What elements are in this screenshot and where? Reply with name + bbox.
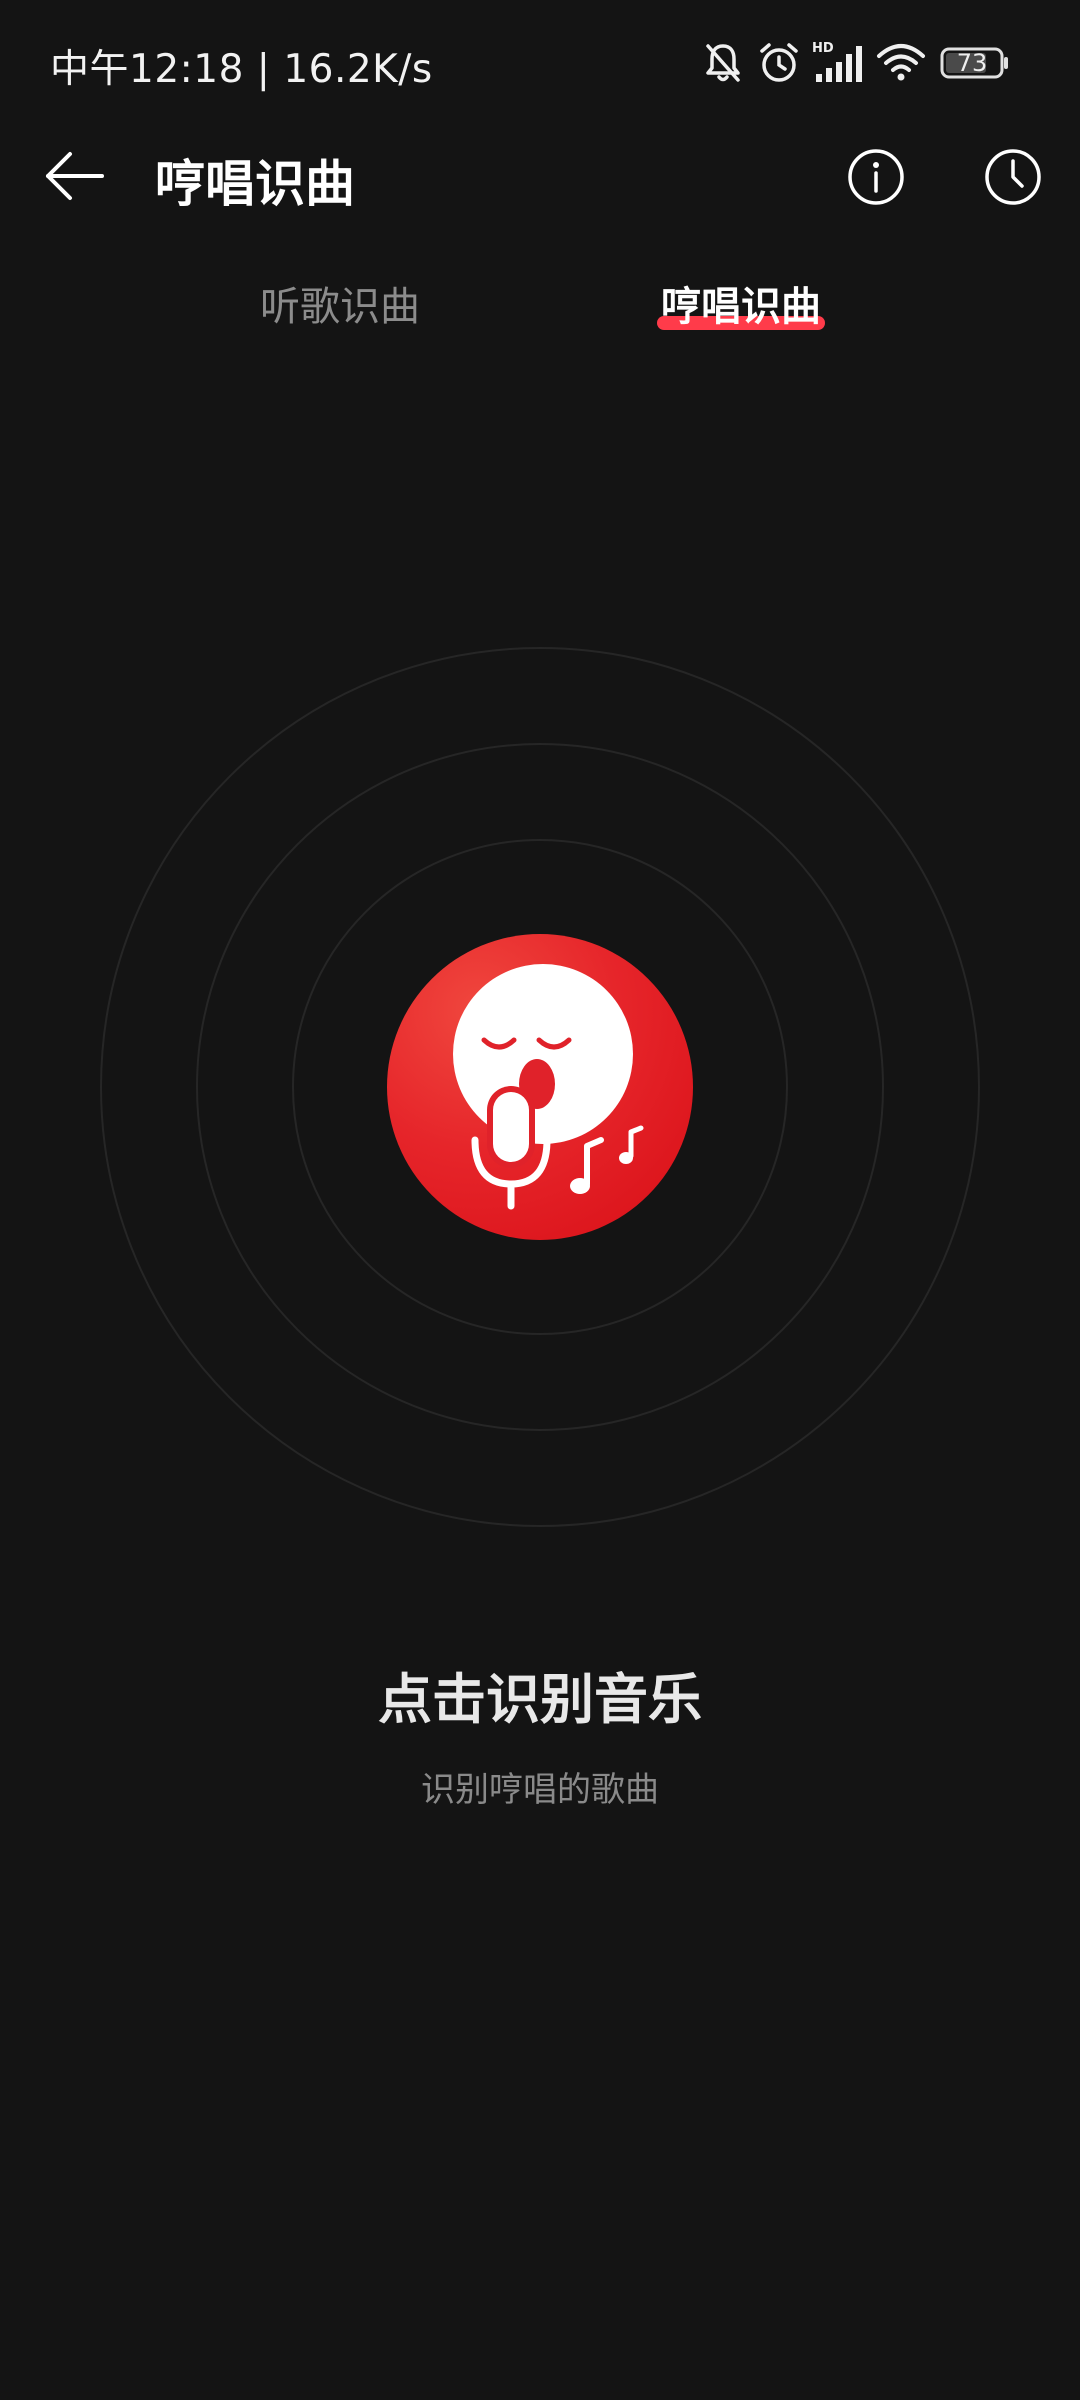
page-title: 哼唱识曲	[155, 155, 355, 213]
info-icon	[848, 149, 904, 205]
signal-hd-icon: HD	[812, 41, 862, 82]
humming-face-mic-icon	[453, 964, 644, 1210]
status-time-speed: 中午12:18 | 16.2K/s	[50, 47, 433, 92]
tab-bar: 听歌识曲 哼唱识曲	[0, 260, 1080, 350]
clock-icon	[985, 149, 1041, 205]
status-bar: 中午12:18 | 16.2K/s HD 73	[0, 0, 1080, 126]
wifi-icon	[877, 44, 925, 81]
tab-listen-recognize[interactable]: 听歌识曲	[260, 274, 420, 332]
history-button[interactable]	[982, 146, 1044, 208]
svg-text:HD: HD	[812, 41, 834, 56]
alarm-icon	[760, 43, 798, 82]
prompt-title: 点击识别音乐	[378, 1668, 702, 1731]
prompt-subtitle: 识别哼唱的歌曲	[421, 1770, 659, 1810]
arrow-left-icon	[46, 152, 104, 200]
back-button[interactable]	[40, 146, 112, 206]
status-icons: HD 73	[700, 40, 1080, 90]
info-button[interactable]	[845, 146, 907, 208]
app-bar: 哼唱识曲	[0, 126, 1080, 226]
tab-hum-recognize[interactable]: 哼唱识曲	[661, 274, 821, 332]
hum-record-button[interactable]	[387, 934, 693, 1240]
hum-recognition-screen: 中午12:18 | 16.2K/s HD 73 哼唱识曲 听歌识曲 哼唱识曲 点…	[0, 0, 1080, 2400]
battery-level: 73	[956, 49, 988, 77]
bell-muted-icon	[706, 44, 740, 82]
tab-hum-recognize-label: 哼唱识曲	[661, 284, 821, 330]
battery-icon: 73	[940, 46, 1010, 80]
